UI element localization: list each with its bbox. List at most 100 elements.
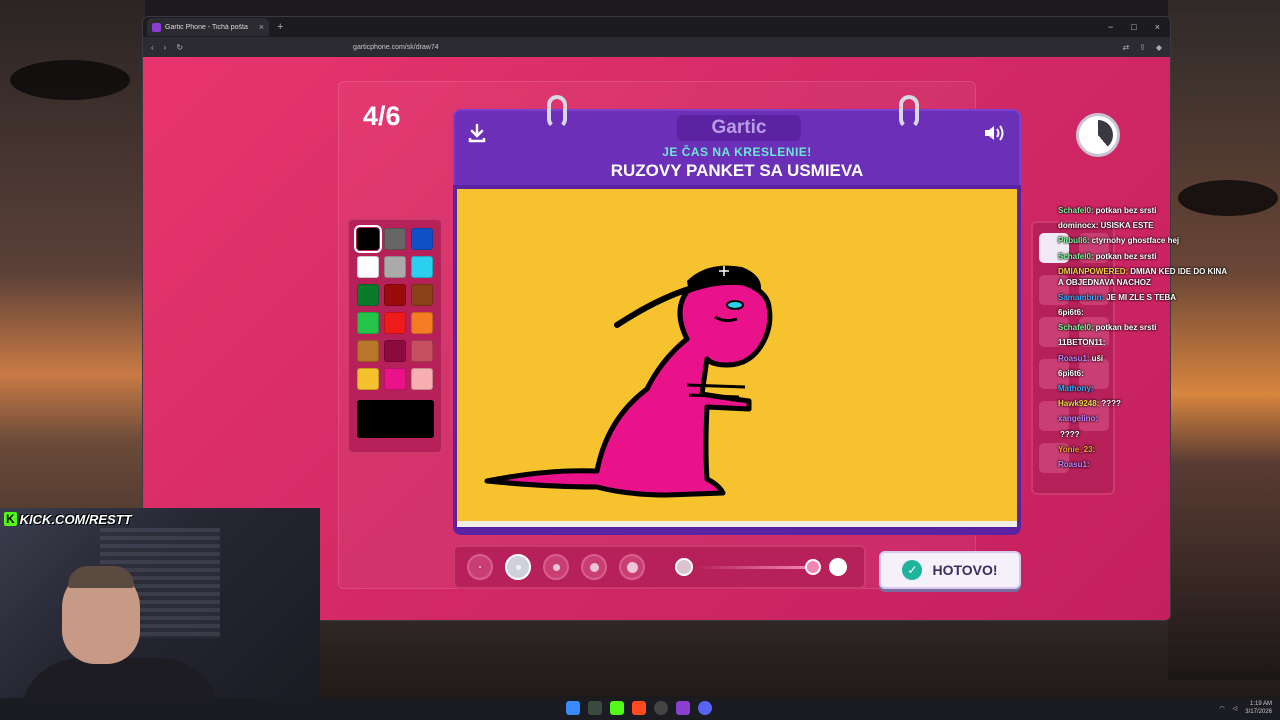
system-tray: ◠ ◁ 1:19 AM 3/17/2026 (1219, 700, 1272, 716)
chat-username[interactable]: Hawk9248: (1058, 399, 1099, 408)
chat-message: Mathony: (1058, 381, 1228, 396)
chat-username[interactable]: 6pi6t6: (1058, 369, 1084, 378)
chat-username[interactable]: Roasu1: (1058, 354, 1090, 363)
color-swatch[interactable] (384, 256, 406, 278)
chat-text: USISKA ESTE (1100, 221, 1154, 231)
volume-icon[interactable] (983, 123, 1007, 143)
start-menu-icon[interactable] (566, 701, 580, 715)
opacity-high-icon (829, 558, 847, 576)
phase-subtitle: JE ČAS NA KRESLENIE! (662, 145, 812, 159)
brush-size-group (461, 551, 661, 583)
chat-message: xangelino: (1058, 411, 1228, 426)
chat-message: Hawk9248:???? (1058, 396, 1228, 411)
color-swatch[interactable] (411, 284, 433, 306)
chat-username[interactable]: Schafel0: (1058, 252, 1094, 261)
color-swatch[interactable] (411, 312, 433, 334)
board-header: Gartic JE ČAS NA KRESLENIE! RUZOVY PANKE… (453, 95, 1021, 189)
translate-icon[interactable]: ⇄ (1122, 43, 1129, 52)
round-counter: 4/6 (363, 101, 401, 131)
chat-username[interactable]: Schafel0: (1058, 323, 1094, 332)
color-swatch[interactable] (384, 284, 406, 306)
chat-text: ???? (1101, 399, 1121, 409)
chat-message: Schafel0: potkan bez srsti (1058, 249, 1228, 264)
color-swatch[interactable] (357, 312, 379, 334)
chat-username[interactable]: dominocx: (1058, 221, 1098, 230)
share-icon[interactable]: ⇪ (1139, 43, 1146, 52)
tab-close-icon[interactable]: × (259, 22, 264, 32)
twitch-app-icon[interactable] (676, 701, 690, 715)
download-icon[interactable] (467, 123, 487, 143)
done-button[interactable]: ✓ HOTOVO! (879, 551, 1021, 589)
tab-title: Gartic Phone - Tichá pošta (165, 23, 248, 31)
close-window-button[interactable]: × (1155, 22, 1160, 32)
done-button-label: HOTOVO! (932, 562, 998, 578)
brush-size-dot-icon (626, 561, 638, 573)
chat-username[interactable]: Roasu1: (1058, 460, 1090, 469)
maximize-button[interactable]: □ (1131, 22, 1136, 32)
brave-browser-icon[interactable] (632, 701, 646, 715)
chat-username[interactable]: Pitbull6: (1058, 236, 1090, 245)
chat-username[interactable]: Mathony: (1058, 384, 1094, 393)
brush-size-button[interactable] (467, 554, 493, 580)
forward-icon[interactable]: › (164, 43, 167, 52)
opacity-slider-track[interactable] (695, 566, 813, 569)
color-swatch[interactable] (411, 228, 433, 250)
brush-size-dot-icon (552, 563, 560, 571)
color-swatch[interactable] (384, 228, 406, 250)
brush-size-dot-icon (479, 566, 481, 568)
back-icon[interactable]: ‹ (151, 43, 154, 52)
opacity-slider-handle[interactable] (805, 559, 821, 575)
chat-message: 6pi6t6: (1058, 305, 1228, 320)
reload-icon[interactable]: ↻ (176, 43, 183, 52)
brush-size-button[interactable] (505, 554, 531, 580)
kick-app-icon[interactable] (610, 701, 624, 715)
color-swatch[interactable] (411, 256, 433, 278)
color-swatch[interactable] (411, 368, 433, 390)
brush-size-button[interactable] (619, 554, 645, 580)
gartic-logo: Gartic (677, 115, 801, 141)
taskbar: ◠ ◁ 1:19 AM 3/17/2026 (0, 698, 1280, 720)
chat-text: ctyrnohy ghostface hej (1091, 236, 1180, 246)
tab-gartic[interactable]: Gartic Phone - Tichá pošta × (147, 18, 269, 36)
chat-username[interactable]: 11BETON11: (1058, 338, 1105, 347)
swatch-grid (354, 225, 433, 390)
chat-username[interactable]: Yonie_23: (1058, 445, 1095, 454)
url-field[interactable]: garticphone.com/sk/draw74 (353, 44, 1112, 51)
chat-message: ???? (1058, 427, 1228, 442)
brush-size-button[interactable] (543, 554, 569, 580)
drawing-prompt: RUZOVY PANKET SA USMIEVA (610, 161, 864, 180)
drawing-canvas[interactable] (457, 189, 1017, 527)
checkmark-icon: ✓ (902, 560, 923, 580)
xbox-app-icon[interactable] (588, 701, 602, 715)
chat-username[interactable]: xangelino: (1058, 414, 1098, 423)
timer-icon (1076, 113, 1120, 157)
obs-app-icon[interactable] (654, 701, 668, 715)
color-swatch[interactable] (357, 284, 379, 306)
taskbar-apps (566, 701, 712, 715)
window-controls: − □ × (1108, 22, 1170, 32)
chat-text: uši (1091, 353, 1104, 363)
chat-message: Schafel0: potkan bez srsti (1058, 320, 1228, 335)
chat-username[interactable]: 6pi6t6: (1058, 308, 1084, 317)
color-swatch[interactable] (411, 340, 433, 362)
color-swatch[interactable] (384, 368, 406, 390)
color-swatch[interactable] (357, 256, 379, 278)
minimize-button[interactable]: − (1108, 22, 1113, 32)
speaker-icon[interactable]: ◁ (1233, 705, 1238, 712)
extension-icon[interactable]: ◆ (1156, 43, 1162, 52)
chat-username[interactable]: DMIANPOWERED: (1058, 267, 1128, 276)
color-swatch[interactable] (357, 340, 379, 362)
clock[interactable]: 1:19 AM 3/17/2026 (1245, 700, 1272, 716)
discord-app-icon[interactable] (698, 701, 712, 715)
wifi-icon[interactable]: ◠ (1219, 705, 1224, 712)
chat-username[interactable]: Schafel0: (1058, 206, 1094, 215)
chat-message: Roasu1: (1058, 457, 1228, 472)
new-tab-button[interactable]: + (277, 21, 283, 33)
chat-username[interactable]: Samambrin: (1058, 293, 1104, 302)
kick-channel-badge: K KICK.COM/RESTT (0, 510, 136, 528)
brush-size-button[interactable] (581, 554, 607, 580)
color-swatch[interactable] (384, 340, 406, 362)
color-swatch[interactable] (384, 312, 406, 334)
color-swatch[interactable] (357, 368, 379, 390)
color-swatch[interactable] (354, 225, 382, 253)
